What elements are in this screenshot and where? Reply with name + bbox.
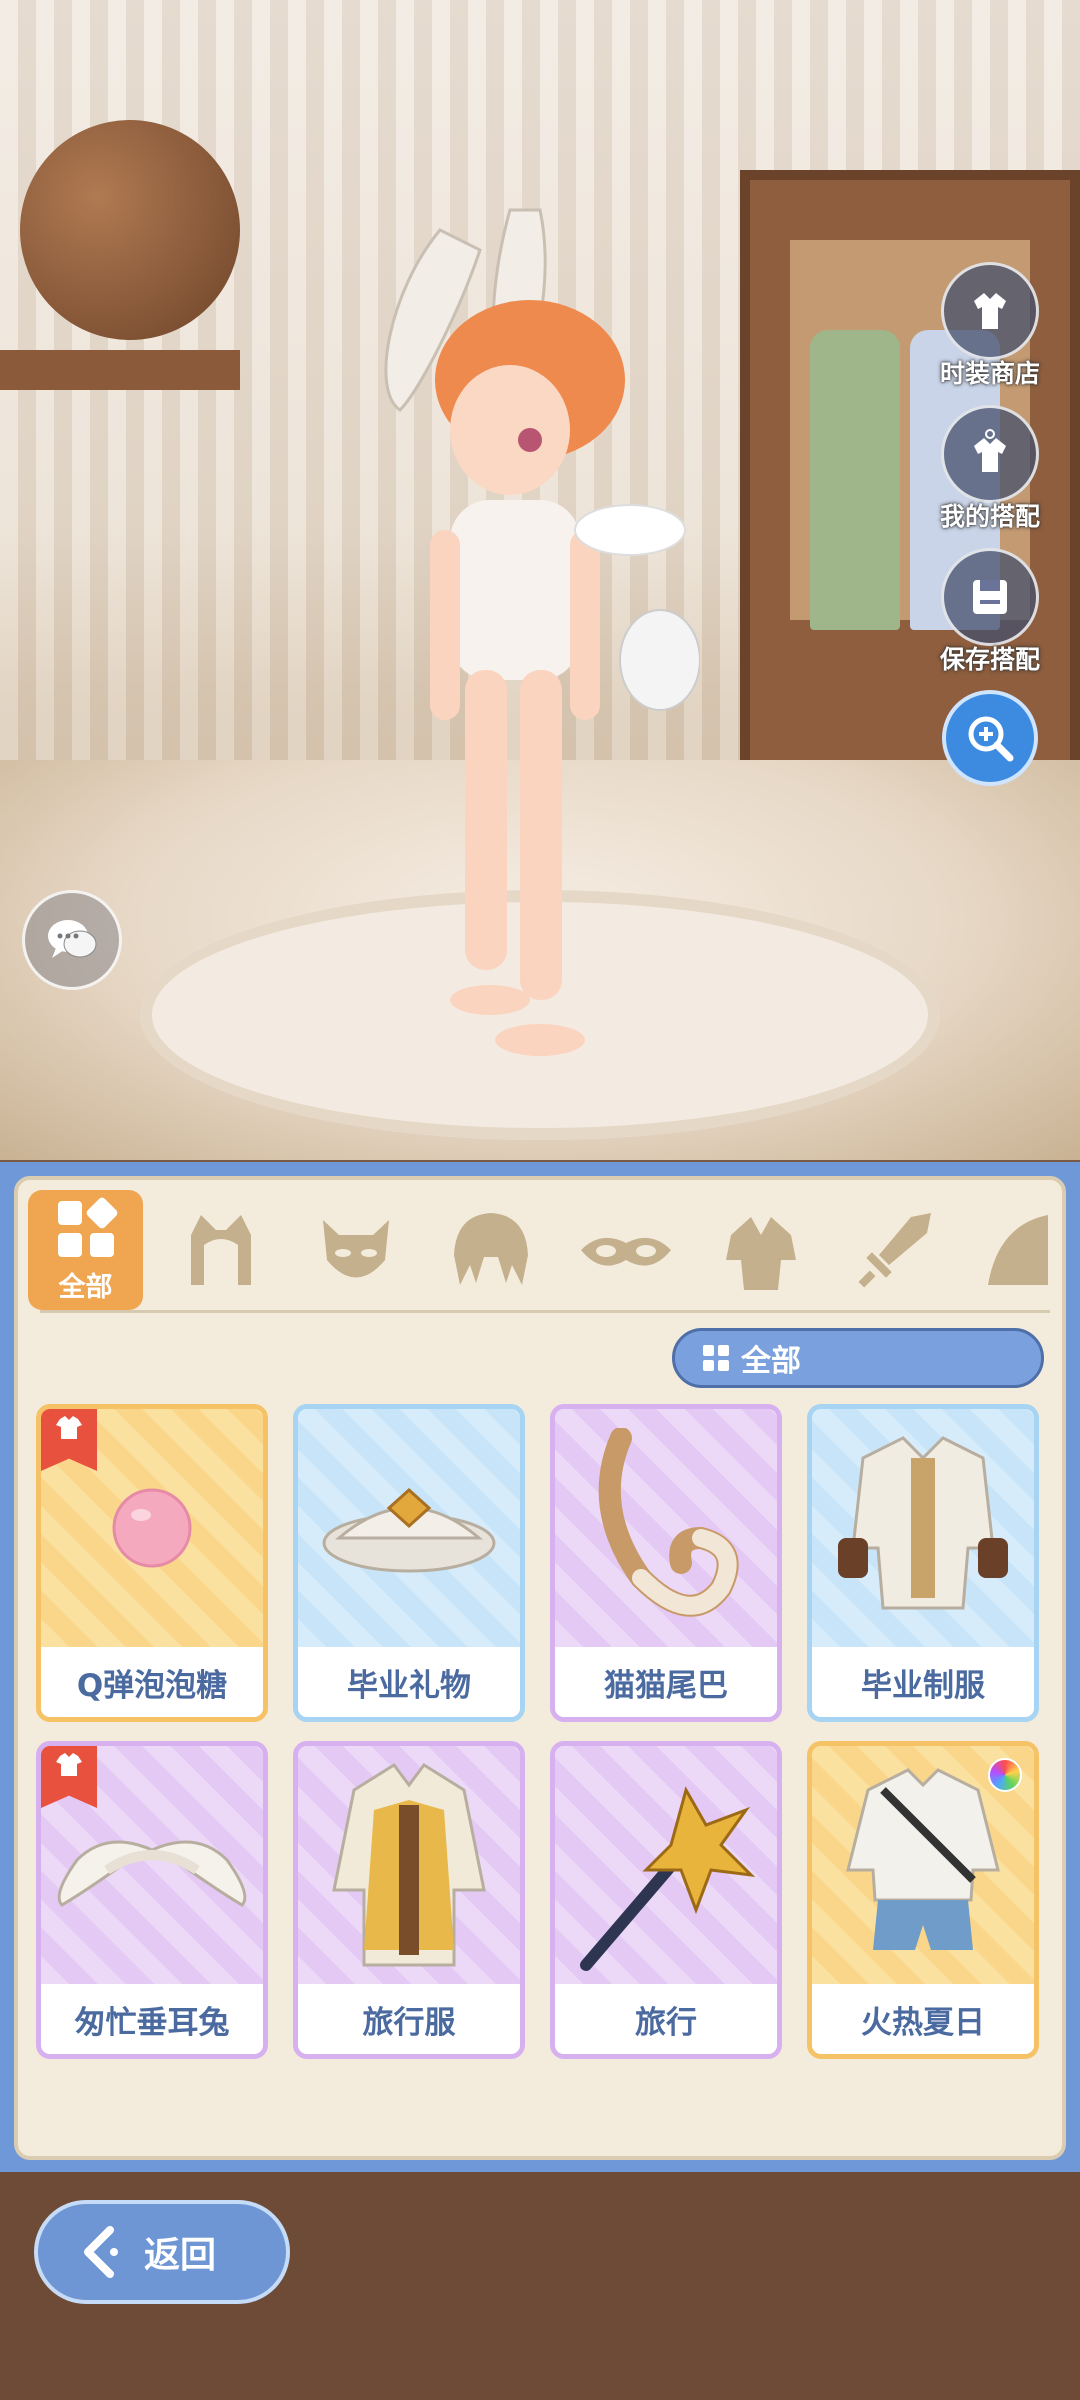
grid-icon [57,1197,117,1257]
my-outfit-button[interactable]: 我的搭配 [930,405,1050,533]
item-card[interactable]: 猫猫尾巴 [550,1404,782,1722]
tab-divider [40,1310,1050,1313]
back-arrow-icon [84,2226,118,2278]
item-name: 火热夏日 [812,1984,1034,2054]
save-icon [941,548,1039,646]
filter-label: 全部 [741,1344,801,1379]
zoom-in-button[interactable] [942,690,1038,786]
cat-ears-icon [190,1215,251,1285]
back-label: 返回 [144,2235,217,2276]
item-card[interactable]: 匆忙垂耳兔 [36,1741,268,2059]
eye-mask-icon [580,1237,671,1266]
bunny-ears-icon [57,1840,247,1907]
grid-icon [703,1345,729,1371]
character-preview-scene[interactable]: 时装商店 我的搭配 保存搭配 [0,0,1080,1160]
cat-tail-icon [598,1428,739,1617]
shop-icon [941,262,1039,360]
item-card[interactable]: Q弹泡泡糖 [36,1404,268,1722]
wing-icon [987,1215,1048,1285]
save-outfit-label: 保存搭配 [939,645,1040,674]
save-outfit-button[interactable]: 保存搭配 [930,548,1050,676]
item-card[interactable]: 毕业制服 [807,1404,1039,1722]
hanger-icon [941,405,1039,503]
item-card[interactable]: 毕业礼物 [293,1404,525,1722]
graduation-hat-icon [322,1487,496,1573]
tab-headwear[interactable] [163,1190,278,1310]
item-card[interactable]: 旅行服 [293,1741,525,2059]
travel-outfit-icon [332,1762,486,1967]
item-name: 毕业礼物 [298,1647,520,1717]
tab-all[interactable]: 全部 [28,1190,143,1310]
my-outfit-label: 我的搭配 [939,502,1040,531]
tab-face[interactable] [298,1190,413,1310]
item-name: 旅行服 [298,1984,520,2054]
tab-all-label: 全部 [58,1271,113,1303]
fashion-shop-button[interactable]: 时装商店 [930,262,1050,390]
item-name: 猫猫尾巴 [555,1647,777,1717]
chat-button[interactable] [22,890,122,990]
tab-weapon[interactable] [838,1190,953,1310]
mask-icon [322,1220,389,1278]
chat-bubble-icon [48,920,97,958]
fashion-shop-label: 时装商店 [939,359,1040,388]
tab-outfit[interactable] [703,1190,818,1310]
bubblegum-icon [112,1488,192,1568]
item-name: 毕业制服 [812,1647,1034,1717]
item-card[interactable]: 火热夏日 [807,1741,1039,2059]
hair-icon [453,1213,528,1285]
category-tabs: 全部 [28,1190,1052,1320]
decorative-pot [20,120,240,340]
shelf [0,350,240,390]
item-card[interactable]: 旅行 [550,1741,782,2059]
outfit-icon [725,1217,796,1290]
tab-eyewear[interactable] [568,1190,683,1310]
back-button[interactable]: 返回 [34,2200,290,2304]
item-name: Q弹泡泡糖 [41,1647,263,1717]
item-name: 匆忙垂耳兔 [41,1984,263,2054]
item-name: 旅行 [555,1984,777,2054]
tab-hair[interactable] [433,1190,548,1310]
character-avatar[interactable] [380,200,700,1100]
tab-accessory[interactable] [973,1190,1052,1310]
staff-icon [580,1786,756,1971]
uniform-icon [838,1436,1008,1610]
sword-icon [858,1213,931,1288]
filter-dropdown[interactable]: 全部 [672,1328,1044,1388]
color-variant-icon [988,1758,1022,1792]
magnifier-plus-icon [968,716,1014,762]
